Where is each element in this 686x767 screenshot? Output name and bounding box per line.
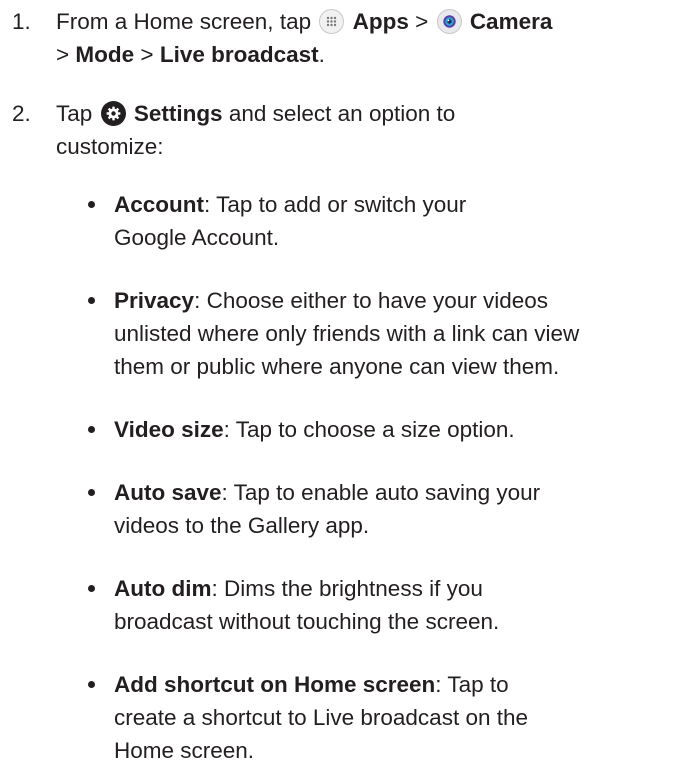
step-1-line-1: From a Home screen, tap Apps > Camera (56, 9, 553, 34)
settings-icon (100, 101, 126, 126)
apps-icon (319, 9, 345, 34)
camera-icon (436, 9, 462, 34)
step-text: From a Home screen, tap Apps > Camera > … (56, 5, 678, 71)
bullet-icon (88, 201, 95, 208)
step-number: 2. (12, 101, 31, 126)
option-label: Video size (114, 417, 224, 442)
settings-label: Settings (133, 101, 223, 126)
step-text: Tap Settings and select an option to cus… (56, 97, 678, 163)
option-label: Privacy (114, 288, 195, 313)
step-1-line-2: > Mode > Live broadcast. (56, 42, 325, 67)
apps-label: Apps (352, 9, 409, 34)
camera-label: Camera (469, 9, 553, 34)
mode-label: Mode (75, 42, 135, 67)
bullet-icon (88, 585, 95, 592)
option-label: Auto dim (114, 576, 212, 601)
option-label: Add shortcut on Home screen (114, 672, 436, 697)
live-broadcast-label: Live broadcast (159, 42, 319, 67)
option-label: Account (114, 192, 204, 217)
step-2-line-1: Tap Settings and select an option to (56, 101, 456, 126)
step-2-line-2: customize: (56, 134, 164, 159)
bullet-icon (88, 297, 95, 304)
bullet-icon (88, 489, 95, 496)
option-label: Auto save (114, 480, 222, 505)
bullet-icon (88, 426, 95, 433)
step-number: 1. (12, 9, 31, 34)
instructions-page: 1. From a Home screen, tap Apps > Camera… (0, 0, 686, 763)
bullet-icon (88, 681, 95, 688)
